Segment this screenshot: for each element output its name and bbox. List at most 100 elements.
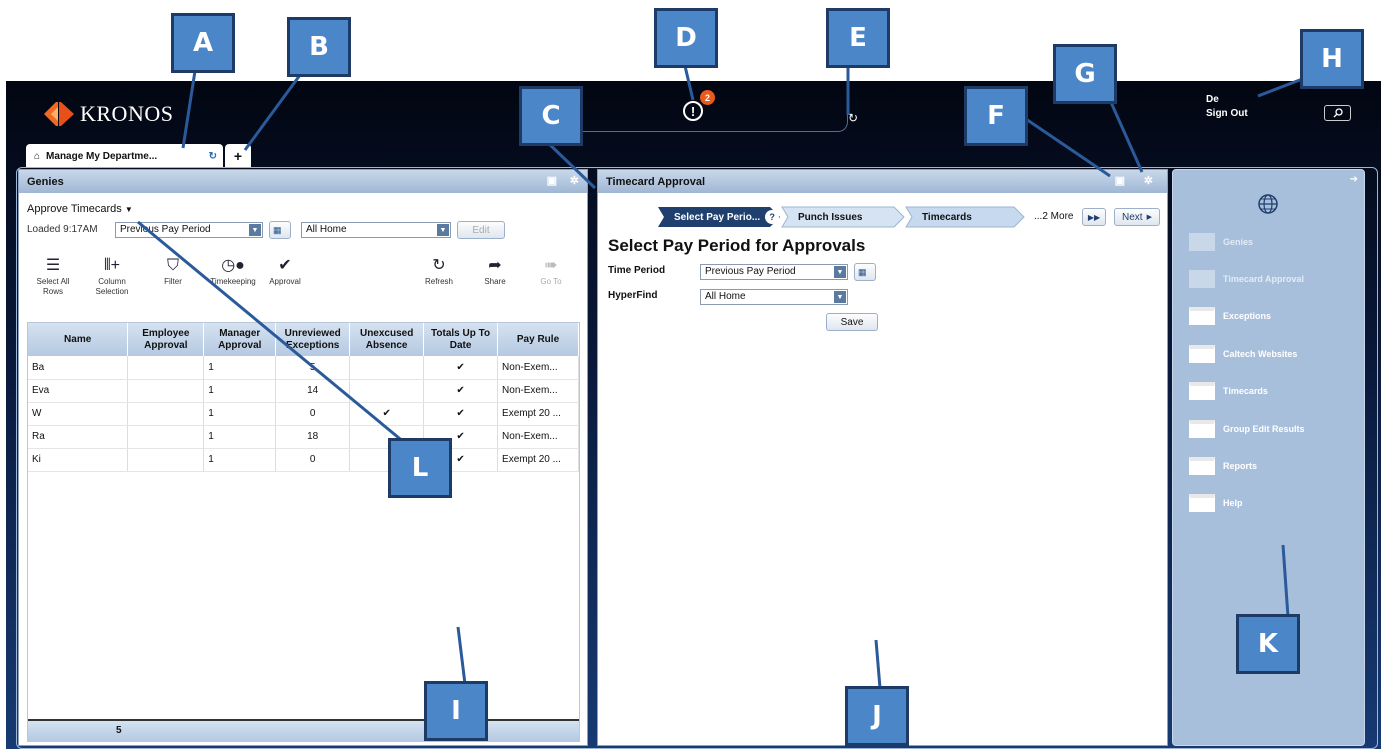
help-icon[interactable]: ? xyxy=(765,210,780,224)
column-header[interactable]: Manager Approval xyxy=(203,323,277,356)
user-search-button[interactable] xyxy=(1324,105,1351,121)
callout-a: A xyxy=(171,13,235,73)
time-period-value: Previous Pay Period xyxy=(705,266,796,277)
gear-icon[interactable]: ✲ xyxy=(570,174,579,187)
alert-icon[interactable]: ! xyxy=(683,101,703,121)
step-punch-issues[interactable]: Punch Issues xyxy=(786,207,862,227)
step-timecards[interactable]: Timecards xyxy=(910,207,972,227)
window-icon xyxy=(1189,382,1215,400)
tab-refresh-icon[interactable]: ↻ xyxy=(209,151,217,162)
goto-icon: ➠ xyxy=(544,257,558,274)
pay-rule-cell: Exempt 20 ... xyxy=(497,402,579,426)
sidebar-item-exceptions[interactable]: Exceptions xyxy=(1189,307,1271,325)
chevron-down-icon: ▼ xyxy=(834,266,846,278)
sidebar-item-timecard-approval[interactable]: Timecard Approval xyxy=(1189,270,1304,288)
period-select[interactable]: Previous Pay Period ▼ xyxy=(115,222,263,238)
search-icon xyxy=(1333,108,1343,118)
genie-selector[interactable]: Approve Timecards ▼ xyxy=(27,203,133,215)
genies-title: Genies xyxy=(27,175,64,188)
sidebar-item-timecards[interactable]: Timecards xyxy=(1189,382,1268,400)
hyperfind-select[interactable]: All Home ▼ xyxy=(700,289,848,305)
sidebar-item-label: Group Edit Results xyxy=(1223,424,1305,434)
tab-manage-my-department[interactable]: ⌂ Manage My Departme... ↻ xyxy=(26,144,223,168)
next-button[interactable]: Next ▶ xyxy=(1114,208,1160,226)
header-refresh-icon[interactable]: ↻ xyxy=(848,111,858,125)
tool-label: Approval xyxy=(269,277,301,286)
callout-g: G xyxy=(1053,44,1117,104)
employee-grid: Name Employee Approval Manager Approval … xyxy=(27,322,580,742)
column-header[interactable]: Employee Approval xyxy=(127,323,205,356)
sidebar-item-genies[interactable]: Genies xyxy=(1189,233,1253,251)
calendar-button[interactable]: ▦ xyxy=(854,263,876,281)
sidebar-item-reports[interactable]: Reports xyxy=(1189,457,1257,475)
refresh-tool[interactable]: ↻ Refresh xyxy=(419,255,459,287)
location-select[interactable]: All Home ▼ xyxy=(301,222,451,238)
employee-approval-cell xyxy=(127,402,205,426)
column-header[interactable]: Totals Up To Date xyxy=(423,323,499,356)
tool-label: Go To xyxy=(540,277,562,286)
timecard-approval-header: Timecard Approval ▣ ✲ xyxy=(598,170,1167,193)
pay-rule-cell: Non-Exem... xyxy=(497,356,579,380)
name-cell: W xyxy=(28,402,129,426)
table-row[interactable]: Ra 1 18 ✔ Non-Exem... xyxy=(28,425,579,449)
goto-tool[interactable]: ➠ Go To xyxy=(531,255,571,287)
totals-cell: ✔ xyxy=(423,356,499,380)
column-header[interactable]: Unreviewed Exceptions xyxy=(275,323,351,356)
step-select-pay-period[interactable]: Select Pay Perio... ? xyxy=(662,207,780,227)
column-header[interactable]: Unexcused Absence xyxy=(349,323,425,356)
time-period-select[interactable]: Previous Pay Period ▼ xyxy=(700,264,848,280)
filter-tool[interactable]: ⛉ Filter xyxy=(155,255,191,287)
table-row[interactable]: Ba 1 5 ✔ Non-Exem... xyxy=(28,356,579,380)
grid-footer: 5 xyxy=(28,719,579,741)
step-label: Select Pay Perio... xyxy=(674,211,761,223)
table-row[interactable]: Eva 1 14 ✔ Non-Exem... xyxy=(28,379,579,403)
table-header-row: Name Employee Approval Manager Approval … xyxy=(28,323,579,356)
next-label: Next xyxy=(1122,211,1143,223)
page-title: Select Pay Period for Approvals xyxy=(608,236,866,255)
user-name: De xyxy=(1206,94,1219,105)
window-icon xyxy=(1189,307,1215,325)
select-all-rows-tool[interactable]: ☰ Select All Rows xyxy=(33,255,73,297)
maximize-icon[interactable]: ▣ xyxy=(1115,174,1125,187)
loaded-time: Loaded 9:17AM xyxy=(27,224,98,235)
exceptions-cell: 14 xyxy=(275,379,351,403)
exceptions-cell: 5 xyxy=(275,356,351,380)
timekeeping-icon: ◷● xyxy=(221,257,245,274)
window-icon xyxy=(1189,233,1215,251)
share-tool[interactable]: ➦ Share xyxy=(475,255,515,287)
maximize-icon[interactable]: ▣ xyxy=(547,174,557,187)
chevron-down-icon: ▼ xyxy=(834,291,846,303)
approval-tool[interactable]: ✔ Approval xyxy=(263,255,307,287)
table-row[interactable]: Ki 1 0 ✔ Exempt 20 ... xyxy=(28,448,579,472)
edit-button[interactable]: Edit xyxy=(457,221,505,239)
exceptions-cell: 18 xyxy=(275,425,351,449)
user-info: De Sign Out xyxy=(1206,93,1248,121)
sidebar-item-help[interactable]: Help xyxy=(1189,494,1243,512)
kronos-logo: KRONOS xyxy=(44,100,173,128)
employee-approval-cell xyxy=(127,448,205,472)
column-header[interactable]: Name xyxy=(28,323,129,356)
column-selection-tool[interactable]: ⫴+ Column Selection xyxy=(91,255,133,297)
chevron-right-icon: ▶ xyxy=(1146,214,1152,221)
gear-icon[interactable]: ✲ xyxy=(1144,174,1153,187)
name-cell: Ba xyxy=(28,356,129,380)
timekeeping-tool[interactable]: ◷● Timekeeping xyxy=(205,255,261,287)
employee-table: Name Employee Approval Manager Approval … xyxy=(28,323,579,472)
hyperfind-label: HyperFind xyxy=(608,290,658,301)
employee-approval-cell xyxy=(127,356,205,380)
chevron-down-icon: ▼ xyxy=(249,224,261,236)
column-header[interactable]: Pay Rule xyxy=(497,323,579,356)
sidebar-item-label: Genies xyxy=(1223,237,1254,247)
sidebar-item-group-edit-results[interactable]: Group Edit Results xyxy=(1189,420,1305,438)
save-button[interactable]: Save xyxy=(826,313,878,331)
table-row[interactable]: W 1 0 ✔ ✔ Exempt 20 ... xyxy=(28,402,579,426)
collapse-arrow-icon[interactable]: ➔ xyxy=(1350,174,1358,185)
tool-label: Refresh xyxy=(424,277,453,286)
callout-e: E xyxy=(826,8,890,68)
add-tab-button[interactable]: + xyxy=(225,144,251,168)
sidebar-item-caltech-websites[interactable]: Caltech Websites xyxy=(1189,345,1297,363)
sign-out-link[interactable]: Sign Out xyxy=(1206,107,1248,121)
skip-forward-button[interactable]: ▶▶ xyxy=(1082,208,1106,226)
more-steps-label[interactable]: ...2 More xyxy=(1034,211,1073,222)
calendar-button[interactable]: ▦ xyxy=(269,221,291,239)
